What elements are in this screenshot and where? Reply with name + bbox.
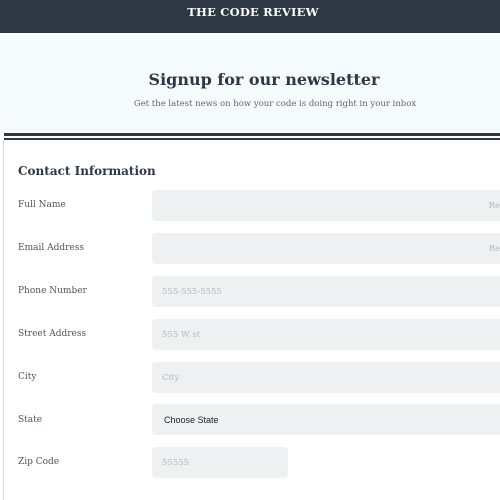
- phone-number-input[interactable]: [152, 276, 500, 307]
- zip-code-input[interactable]: [152, 447, 288, 478]
- city-input[interactable]: [152, 362, 500, 393]
- state-label: State: [18, 415, 43, 425]
- hero-banner: Signup for our newsletter Get the latest…: [0, 33, 500, 133]
- phone-number-label: Phone Number: [18, 286, 87, 296]
- section-title-contact-information: Contact Information: [18, 164, 156, 178]
- full-name-input[interactable]: [152, 190, 500, 221]
- city-label: City: [18, 372, 37, 382]
- full-name-label: Full Name: [18, 200, 66, 210]
- state-select[interactable]: Choose State: [152, 404, 500, 435]
- top-header-bar: THE CODE REVIEW: [0, 0, 500, 33]
- brand-title[interactable]: THE CODE REVIEW: [187, 5, 318, 19]
- newsletter-signup-page: THE CODE REVIEW Signup for our newslette…: [0, 0, 500, 500]
- form-frame-border: [3, 140, 4, 500]
- email-address-label: Email Address: [18, 243, 84, 253]
- zip-code-label: Zip Code: [18, 457, 60, 467]
- page-title: Signup for our newsletter: [148, 70, 380, 89]
- divider-bottom: [4, 138, 500, 140]
- page-subtitle: Get the latest news on how your code is …: [133, 99, 417, 109]
- email-address-input[interactable]: [152, 233, 500, 264]
- street-address-label: Street Address: [18, 329, 87, 339]
- state-select-value: Choose State: [164, 414, 219, 425]
- street-address-input[interactable]: [152, 319, 500, 350]
- divider-top: [4, 133, 500, 136]
